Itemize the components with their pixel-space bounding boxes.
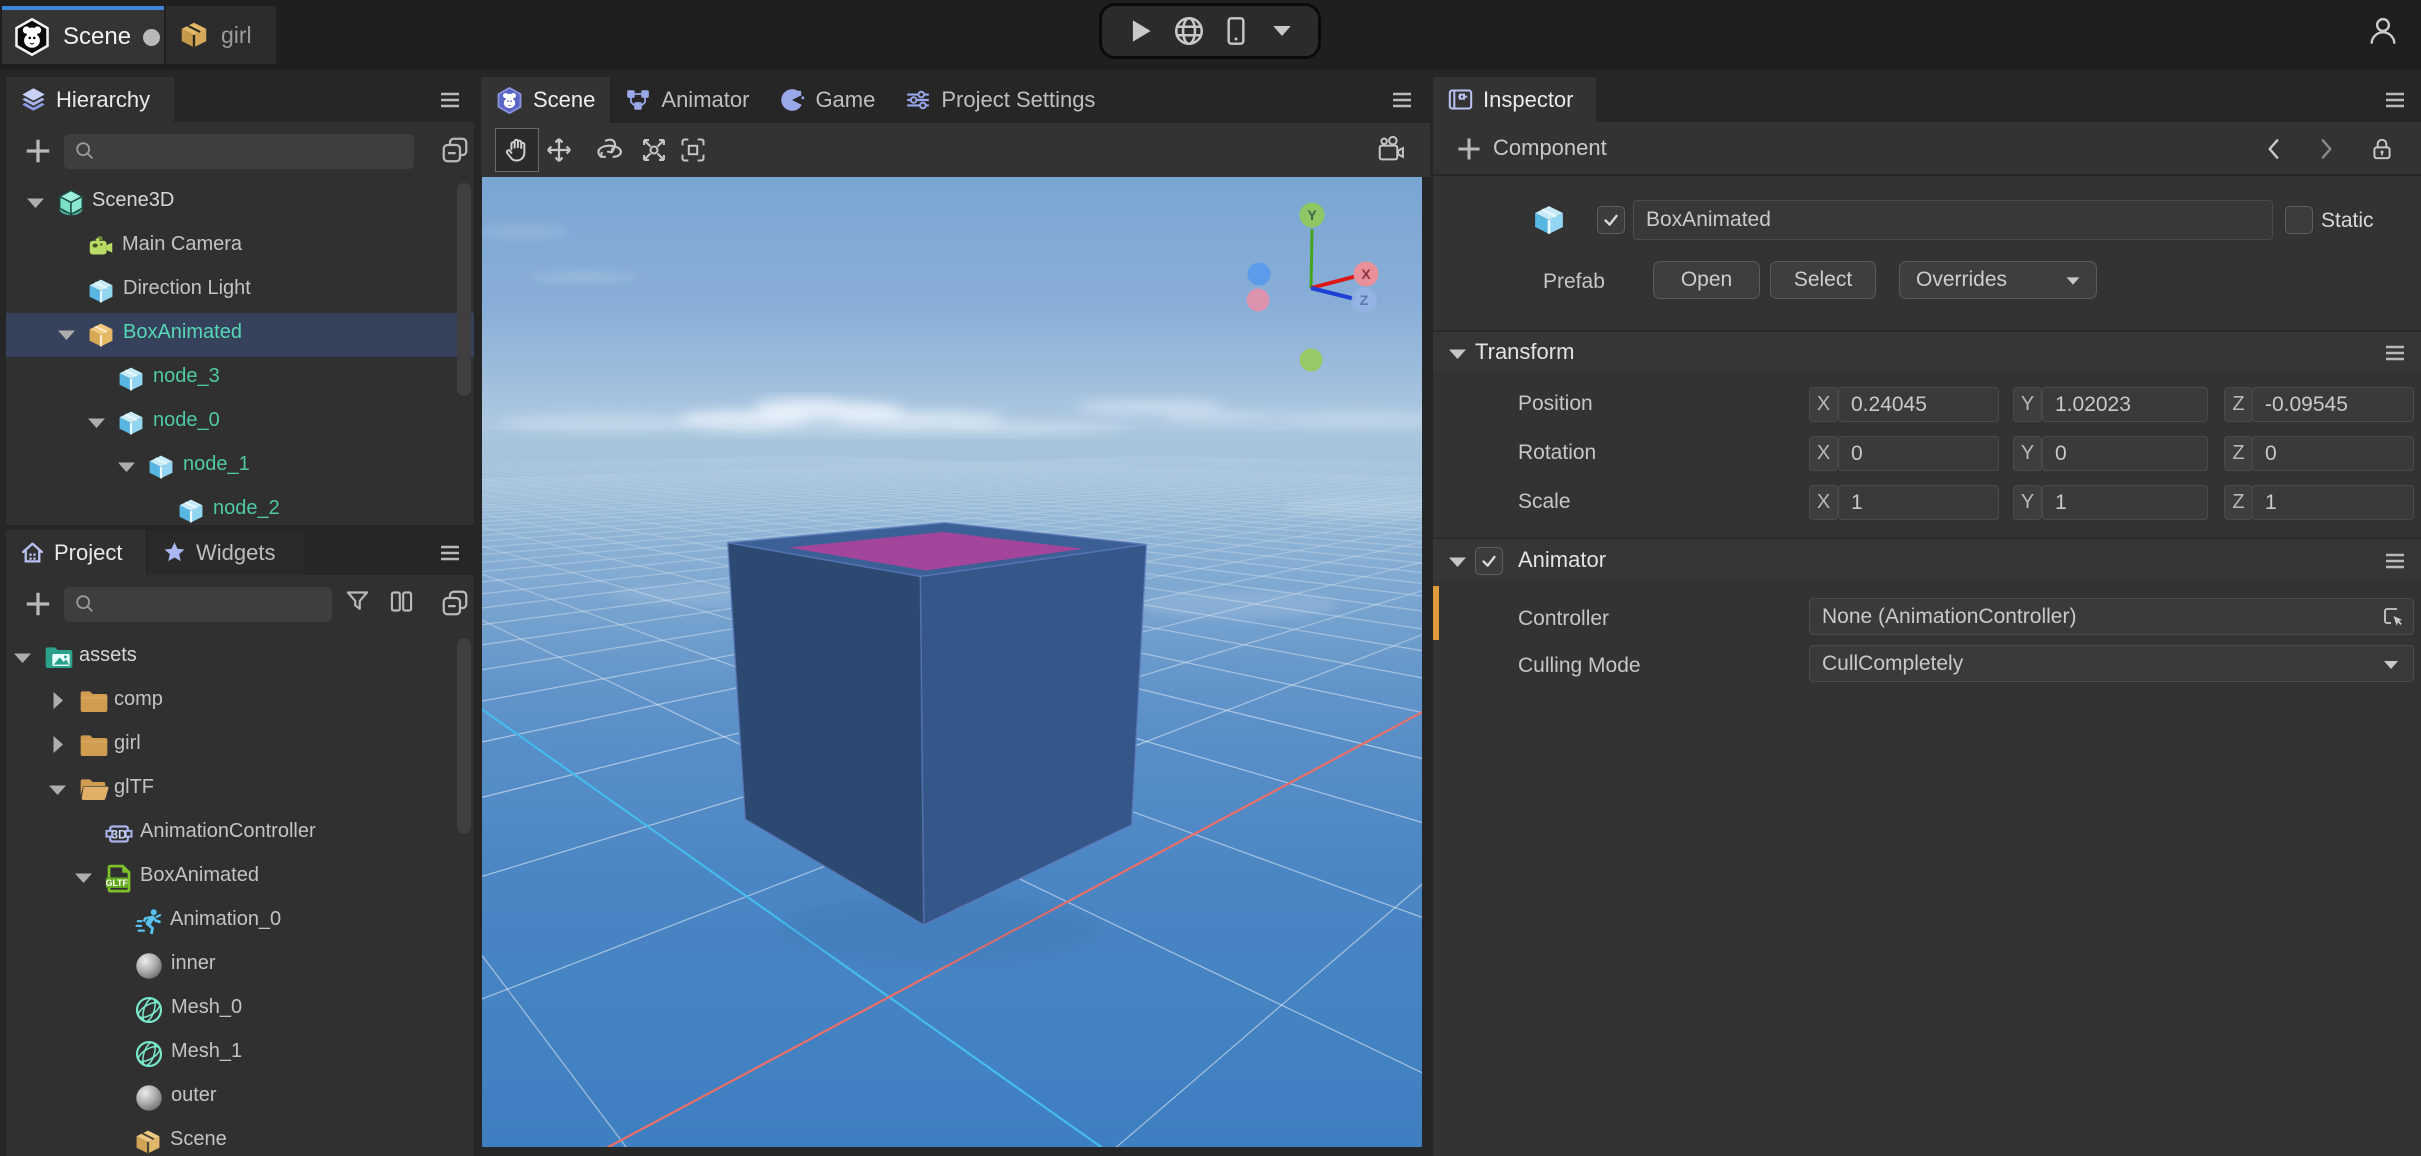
svg-text:3D: 3D (111, 828, 127, 842)
svg-text:X: X (1361, 266, 1371, 282)
svg-text:Y: Y (1307, 207, 1317, 223)
svg-text:Z: Z (1360, 292, 1369, 308)
svg-text:GLTF: GLTF (106, 878, 129, 888)
